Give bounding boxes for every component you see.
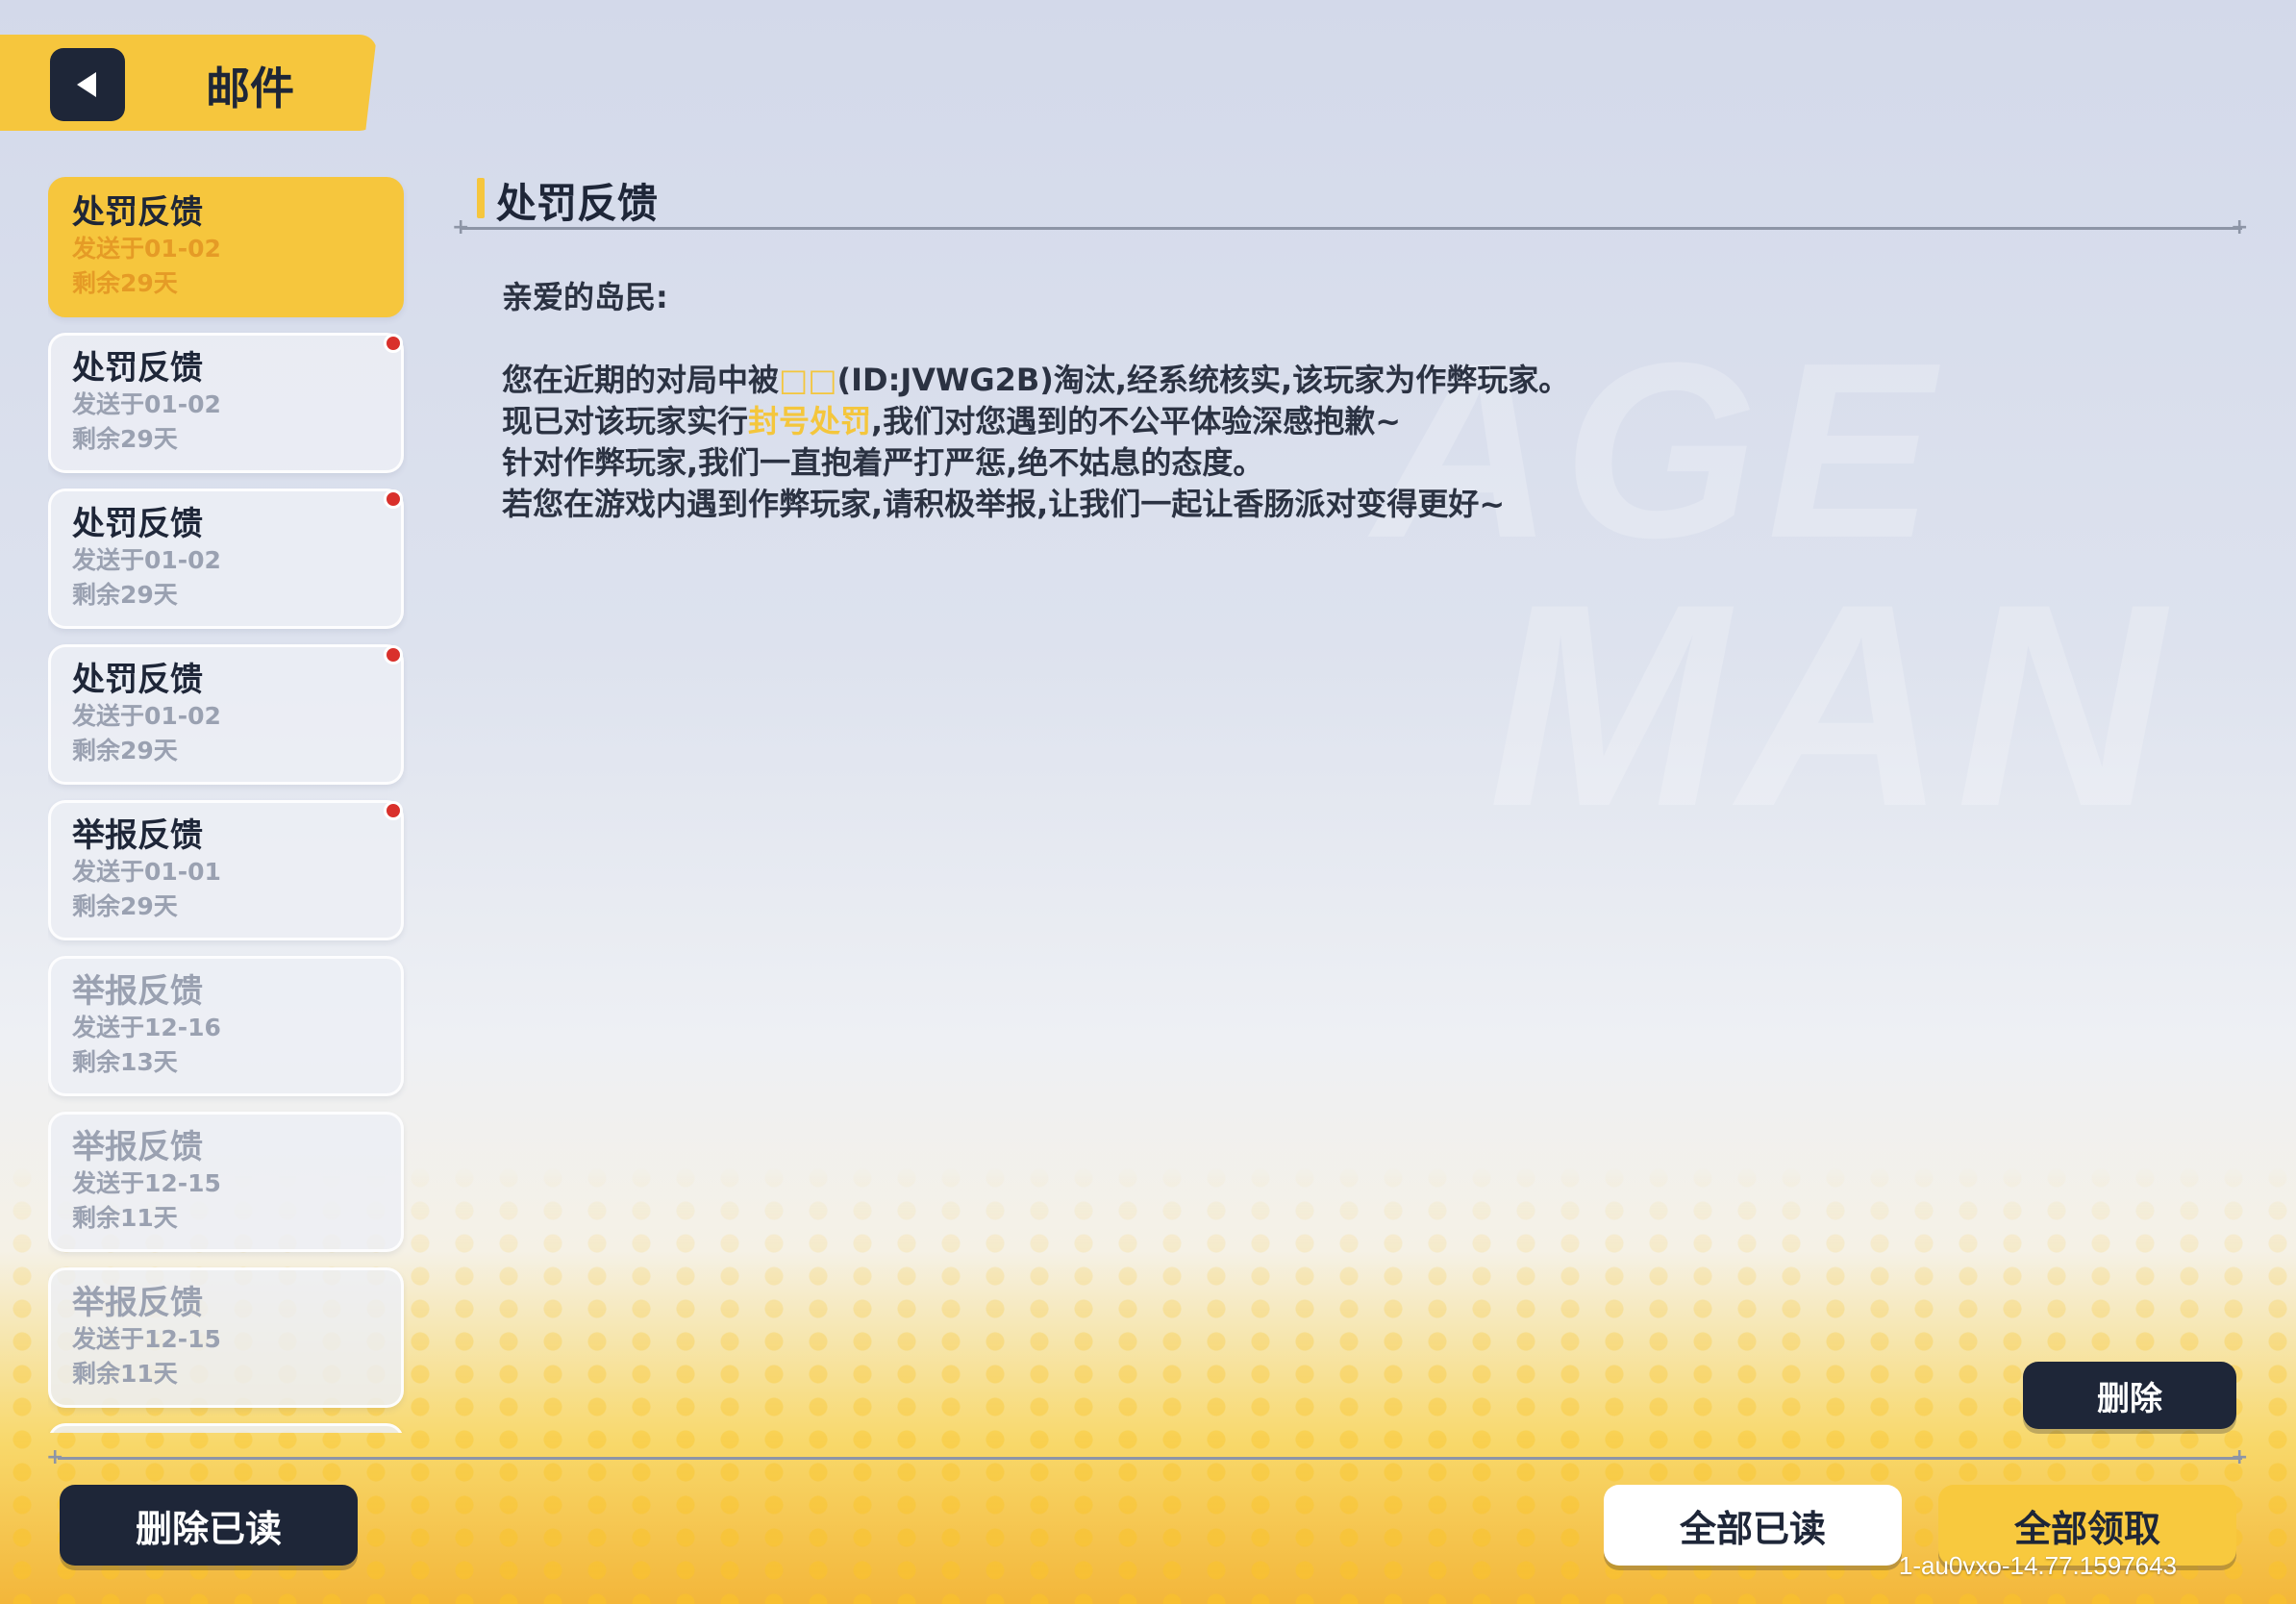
mail-item-title: 处罚反馈 bbox=[72, 661, 203, 699]
mail-item-title: 处罚反馈 bbox=[72, 193, 203, 232]
mail-item[interactable]: 处罚反馈 发送于01-02 剩余29天 bbox=[48, 333, 404, 473]
read-all-button[interactable]: 全部已读 bbox=[1604, 1485, 1902, 1566]
mail-item-sent: 发送于01-02 bbox=[72, 702, 221, 730]
mail-item-title: 举报反馈 bbox=[72, 1284, 203, 1322]
unread-dot bbox=[384, 645, 403, 664]
mail-item-sent: 发送于12-15 bbox=[72, 1169, 221, 1197]
mail-item[interactable]: 举报反馈 发送于01-01 剩余29天 bbox=[48, 800, 404, 940]
mail-list[interactable]: 处罚反馈 发送于01-02 剩余29天 处罚反馈 发送于01-02 剩余29天 … bbox=[48, 177, 408, 1433]
detail-title-accent bbox=[477, 178, 485, 218]
footer-divider bbox=[58, 1457, 2242, 1460]
mail-item[interactable]: 举报反馈 发送于12-16 剩余13天 bbox=[48, 956, 404, 1096]
mail-body-gap bbox=[502, 318, 2040, 360]
mail-item-sent: 发送于12-15 bbox=[72, 1325, 221, 1353]
unread-dot bbox=[384, 489, 403, 509]
version-label: 1-au0vxo-14.77.1597643 bbox=[1898, 1551, 2177, 1580]
mail-item[interactable]: 处罚反馈 发送于01-02 剩余29天 bbox=[48, 644, 404, 785]
delete-button[interactable]: 删除 bbox=[2023, 1362, 2236, 1429]
mail-text: 您在近期的对局中被 bbox=[502, 362, 780, 398]
mail-text: (ID:JVWG2B)淘汰,经系统核实,该玩家为作弊玩家。 bbox=[836, 362, 1570, 398]
unread-dot bbox=[384, 801, 403, 820]
mail-item-remaining: 剩余11天 bbox=[72, 1204, 178, 1232]
mail-item-remaining: 剩余11天 bbox=[72, 1360, 178, 1388]
unread-dot bbox=[384, 334, 403, 353]
mail-item-remaining: 剩余29天 bbox=[72, 737, 178, 764]
mail-text: 现已对该玩家实行 bbox=[502, 403, 749, 439]
mail-item-title: 处罚反馈 bbox=[72, 349, 203, 388]
mail-body: 亲爱的岛民: 您在近期的对局中被□□(ID:JVWG2B)淘汰,经系统核实,该玩… bbox=[502, 277, 2040, 525]
mail-greeting: 亲爱的岛民: bbox=[502, 279, 668, 315]
mail-body-line: 若您在游戏内遇到作弊玩家,请积极举报,让我们一起让香肠派对变得更好~ bbox=[502, 486, 1506, 522]
mail-text: ,我们对您遇到的不公平体验深感抱歉~ bbox=[871, 403, 1402, 439]
mail-item-remaining: 剩余29天 bbox=[72, 892, 178, 920]
mail-item-title: 举报反馈 bbox=[72, 816, 203, 855]
divider-plus-icon: + bbox=[46, 1445, 64, 1469]
mail-item-sent: 发送于12-16 bbox=[72, 1014, 221, 1041]
mail-body-line: 针对作弊玩家,我们一直抱着严打严惩,绝不姑息的态度。 bbox=[502, 444, 1264, 481]
mail-body-line: 您在近期的对局中被□□(ID:JVWG2B)淘汰,经系统核实,该玩家为作弊玩家。 bbox=[502, 360, 2040, 401]
mail-item[interactable]: 处罚反馈 发送于01-02 剩余29天 bbox=[48, 489, 404, 629]
mail-item-title: 举报反馈 bbox=[72, 1128, 203, 1166]
mail-body-line: 现已对该玩家实行封号处罚,我们对您遇到的不公平体验深感抱歉~ bbox=[502, 401, 2040, 442]
back-button[interactable] bbox=[50, 48, 125, 121]
page-title: 邮件 bbox=[206, 63, 294, 114]
mail-item-remaining: 剩余29天 bbox=[72, 269, 178, 297]
divider-plus-icon: + bbox=[2231, 1445, 2249, 1469]
mail-item[interactable]: 举报反馈 发送于12-15 剩余11天 bbox=[48, 1112, 404, 1252]
mail-item-sent: 发送于01-01 bbox=[72, 858, 221, 886]
mail-item-partial[interactable] bbox=[48, 1423, 404, 1433]
mail-item-title: 举报反馈 bbox=[72, 972, 203, 1011]
divider-plus-icon: + bbox=[452, 215, 470, 239]
mail-item-remaining: 剩余29天 bbox=[72, 581, 178, 609]
detail-divider bbox=[460, 227, 2242, 230]
divider-plus-icon: + bbox=[2231, 215, 2249, 239]
watermark-line-2: MAN bbox=[1488, 543, 2175, 866]
mail-item-remaining: 剩余13天 bbox=[72, 1048, 178, 1076]
back-arrow-icon bbox=[77, 72, 96, 97]
player-name: □□ bbox=[779, 362, 837, 398]
penalty-highlight: 封号处罚 bbox=[748, 403, 872, 439]
delete-read-button[interactable]: 删除已读 bbox=[60, 1485, 358, 1566]
mail-detail-title: 处罚反馈 bbox=[496, 180, 659, 227]
mail-item-sent: 发送于01-02 bbox=[72, 390, 221, 418]
mail-item[interactable]: 处罚反馈 发送于01-02 剩余29天 bbox=[48, 177, 404, 317]
mail-item-sent: 发送于01-02 bbox=[72, 235, 221, 263]
mail-item-remaining: 剩余29天 bbox=[72, 425, 178, 453]
mail-item[interactable]: 举报反馈 发送于12-15 剩余11天 bbox=[48, 1267, 404, 1408]
mail-item-sent: 发送于01-02 bbox=[72, 546, 221, 574]
mail-item-title: 处罚反馈 bbox=[72, 505, 203, 543]
